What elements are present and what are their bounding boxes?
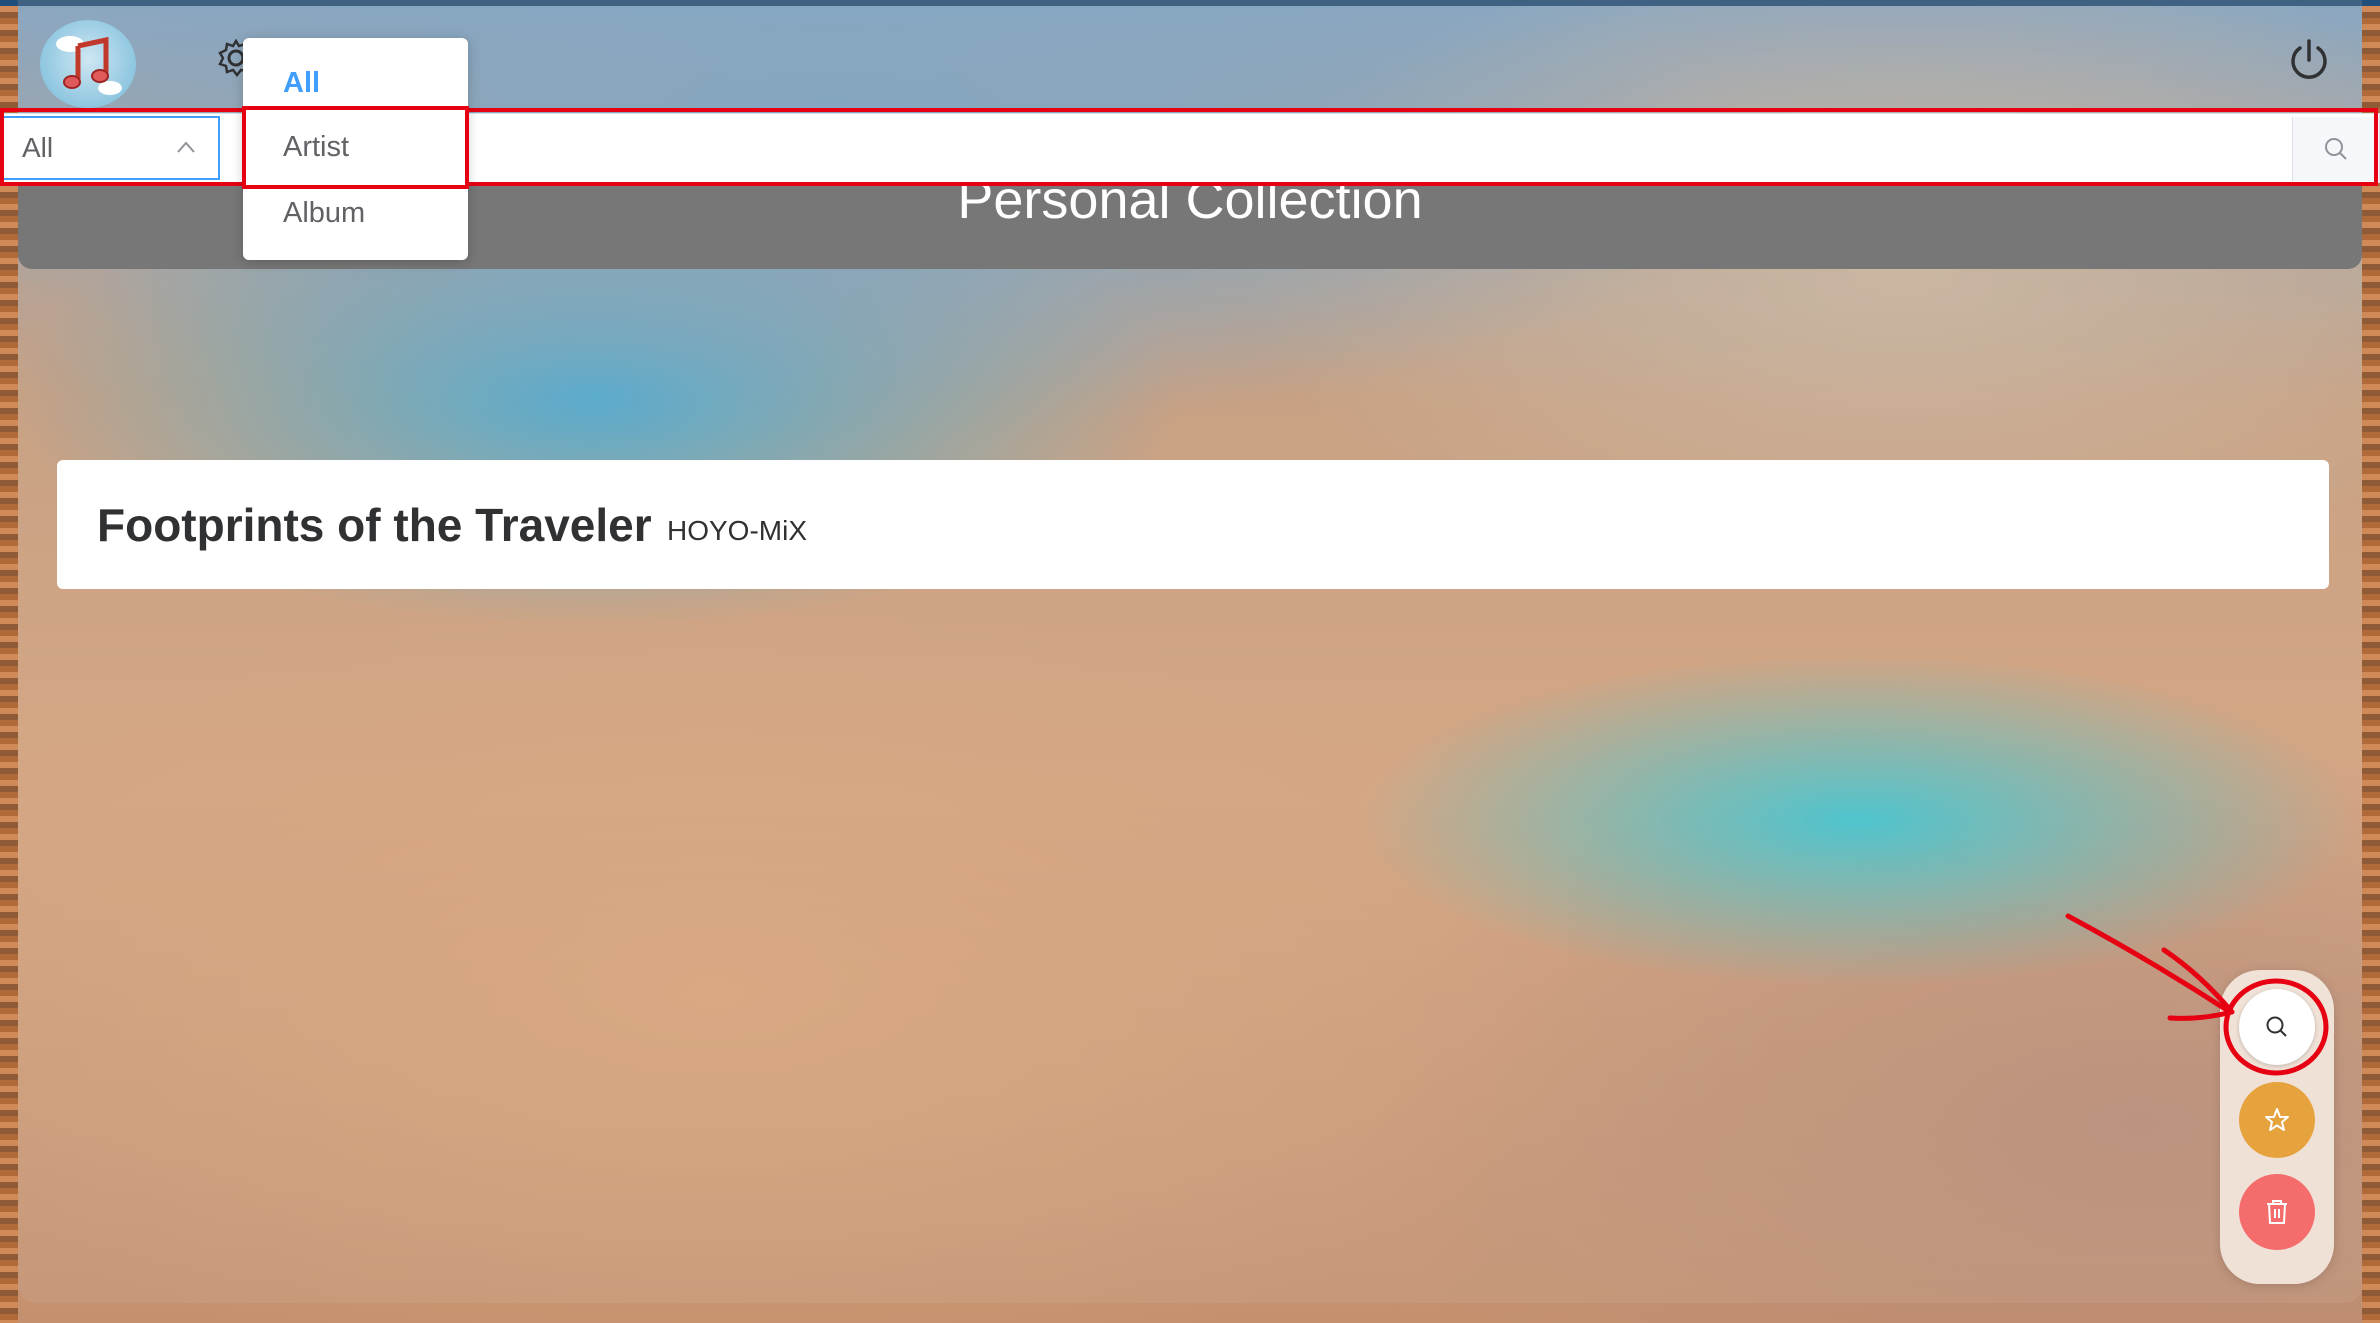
star-icon — [2265, 1108, 2289, 1131]
search-fab-button[interactable] — [2239, 989, 2315, 1065]
power-button[interactable] — [2288, 38, 2330, 82]
app-logo[interactable] — [40, 20, 136, 108]
song-card[interactable]: Footprints of the Traveler HOYO-MiX — [57, 460, 2329, 589]
delete-fab-button[interactable] — [2239, 1174, 2315, 1250]
search-filter-select[interactable]: All — [2, 116, 220, 180]
filter-dropdown-menu: All Artist Album — [243, 38, 468, 260]
chevron-up-icon — [177, 141, 195, 153]
filter-option-artist[interactable]: Artist — [243, 117, 468, 177]
favorite-fab-button[interactable] — [2239, 1082, 2315, 1158]
music-notes-cloud-icon — [56, 36, 122, 95]
song-artist: HOYO-MiX — [667, 515, 807, 546]
search-input[interactable] — [222, 116, 2296, 182]
search-icon — [2266, 1016, 2287, 1037]
search-submit-button[interactable] — [2292, 117, 2379, 181]
search-icon — [2325, 138, 2347, 160]
song-title: Footprints of the Traveler — [97, 499, 652, 551]
trash-icon — [2267, 1200, 2287, 1224]
filter-option-album[interactable]: Album — [243, 183, 468, 243]
filter-option-all[interactable]: All — [243, 53, 468, 113]
power-icon — [2291, 39, 2327, 79]
search-filter-value: All — [22, 132, 54, 163]
